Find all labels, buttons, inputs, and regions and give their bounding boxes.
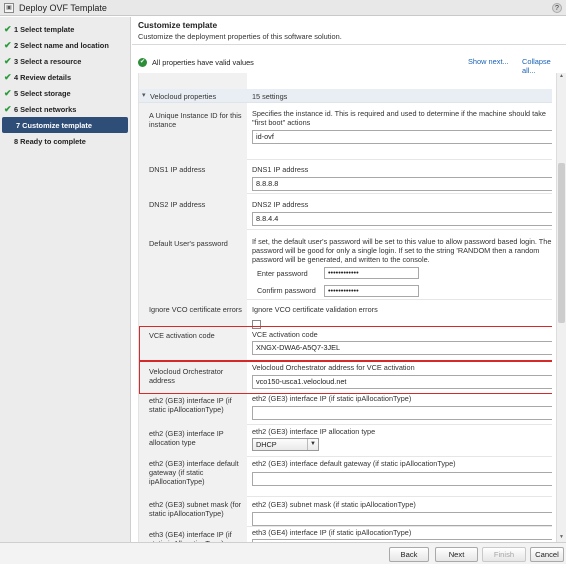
back-button[interactable]: Back (389, 547, 429, 562)
prop-dns2: DNS2 IP address DNS2 IP address 8.8.4.4 (139, 193, 552, 229)
velocloud-properties-group[interactable]: ▾ Velocloud properties 15 settings (139, 89, 552, 103)
prop-description: eth3 (GE4) interface IP (if static ipAll… (252, 528, 412, 537)
app-icon: ▣ (4, 2, 14, 13)
finish-button[interactable]: Finish (482, 547, 526, 562)
prop-dns1: DNS1 IP address DNS1 IP address 8.8.8.8 (139, 159, 552, 193)
scroll-up-icon[interactable]: ▲ (557, 73, 566, 81)
show-next-link[interactable]: Show next... (468, 57, 509, 66)
prop-label: eth2 (GE3) interface default gateway (if… (149, 459, 239, 486)
check-icon: ✔ (4, 71, 12, 82)
cancel-button[interactable]: Cancel (530, 547, 564, 562)
dns1-input[interactable]: 8.8.8.8 (252, 177, 552, 191)
prop-description: Specifies the instance id. This is requi… (252, 109, 546, 127)
prop-label: A Unique Instance ID for this instance (149, 111, 242, 129)
prop-description: DNS2 IP address (252, 200, 309, 209)
enter-password-label: Enter password (257, 269, 308, 278)
step-select-resource[interactable]: ✔ 3 Select a resource (0, 53, 130, 69)
check-icon: ✔ (4, 103, 12, 114)
step-review-details[interactable]: ✔ 4 Review details (0, 69, 130, 85)
dns2-input[interactable]: 8.8.4.4 (252, 212, 552, 226)
group-name: Velocloud properties (150, 92, 217, 101)
instance-id-input[interactable]: id-ovf (252, 130, 552, 144)
highlight-box-vco (139, 361, 552, 394)
step-select-networks[interactable]: ✔ 6 Select networks (0, 101, 130, 117)
check-icon: ✔ (4, 39, 12, 50)
scrollbar[interactable]: ▲ ▼ (556, 73, 566, 542)
prop-eth2-ip: eth2 (GE3) interface IP (if static ipAll… (139, 394, 552, 424)
prop-label: Ignore VCO certificate errors (149, 305, 242, 314)
eth2-mask-input[interactable] (252, 512, 552, 526)
group-count: 15 settings (252, 92, 288, 101)
properties-grid: ▾ Velocloud properties 15 settings A Uni… (138, 73, 552, 542)
page-subtitle: Customize the deployment properties of t… (138, 32, 342, 41)
valid-check-icon: ✔ (138, 57, 147, 67)
page-title: Customize template (138, 20, 218, 30)
prop-description: eth2 (GE3) interface IP (if static ipAll… (252, 394, 412, 403)
enter-password-input[interactable]: •••••••••••• (324, 267, 419, 279)
prop-description: Ignore VCO certificate validation errors (252, 305, 378, 314)
prop-label: DNS1 IP address (149, 165, 206, 174)
check-icon: ✔ (4, 87, 12, 98)
prop-description: eth2 (GE3) interface IP allocation type (252, 427, 376, 436)
check-icon: ✔ (4, 23, 12, 34)
prop-label: eth2 (GE3) subnet mask (for static ipAll… (149, 500, 242, 518)
step-ready-to-complete[interactable]: 8 Ready to complete (0, 133, 130, 149)
header-divider (132, 44, 566, 45)
prop-description: eth2 (GE3) interface default gateway (if… (252, 459, 456, 468)
confirm-password-label: Confirm password (257, 286, 316, 295)
prop-eth3-ip: eth3 (GE4) interface IP (if static ipAll… (139, 526, 552, 542)
prop-description: DNS1 IP address (252, 165, 309, 174)
step-customize-template[interactable]: 7 Customize template (2, 117, 128, 133)
chevron-down-icon: ▼ (307, 439, 318, 450)
prop-label: DNS2 IP address (149, 200, 206, 209)
prop-label: eth3 (GE4) interface IP (if static ipAll… (149, 530, 232, 542)
help-icon[interactable]: ? (552, 3, 562, 13)
next-button[interactable]: Next (435, 547, 478, 562)
eth2-alloc-dropdown[interactable]: DHCP ▼ (252, 438, 319, 451)
grid-top-row (139, 73, 552, 89)
window-title: Deploy OVF Template (19, 2, 107, 13)
step-select-template[interactable]: ✔ 1 Select template (0, 21, 130, 37)
highlight-box-vce (139, 326, 552, 361)
prop-password: Default User's password If set, the defa… (139, 229, 552, 299)
prop-eth2-gateway: eth2 (GE3) interface default gateway (if… (139, 456, 552, 496)
prop-label: eth2 (GE3) interface IP allocation type (149, 429, 224, 447)
eth2-gateway-input[interactable] (252, 472, 552, 486)
title-bar: ▣ Deploy OVF Template ? (0, 0, 566, 16)
main-panel: Customize template Customize the deploym… (132, 17, 566, 542)
step-select-storage[interactable]: ✔ 5 Select storage (0, 85, 130, 101)
prop-label: eth2 (GE3) interface IP (if static ipAll… (149, 396, 232, 414)
prop-description: eth2 (GE3) subnet mask (if static ipAllo… (252, 500, 416, 509)
prop-label: Default User's password (149, 239, 228, 248)
scrollbar-thumb[interactable] (558, 163, 565, 323)
prop-description: If set, the default user's password will… (252, 237, 552, 264)
prop-eth2-mask: eth2 (GE3) subnet mask (for static ipAll… (139, 496, 552, 526)
check-icon: ✔ (4, 55, 12, 66)
step-select-name-location[interactable]: ✔ 2 Select name and location (0, 37, 130, 53)
prop-eth2-alloc: eth2 (GE3) interface IP allocation type … (139, 424, 552, 456)
validation-text: All properties have valid values (152, 57, 254, 67)
confirm-password-input[interactable]: •••••••••••• (324, 285, 419, 297)
wizard-footer: Back Next Finish Cancel (0, 542, 566, 564)
prop-instance-id: A Unique Instance ID for this instance S… (139, 103, 552, 159)
expand-arrow-icon[interactable]: ▾ (142, 91, 146, 99)
eth2-ip-input[interactable] (252, 406, 552, 420)
scroll-down-icon[interactable]: ▼ (557, 534, 566, 542)
wizard-steps: ✔ 1 Select template ✔ 2 Select name and loca… (0, 17, 131, 542)
